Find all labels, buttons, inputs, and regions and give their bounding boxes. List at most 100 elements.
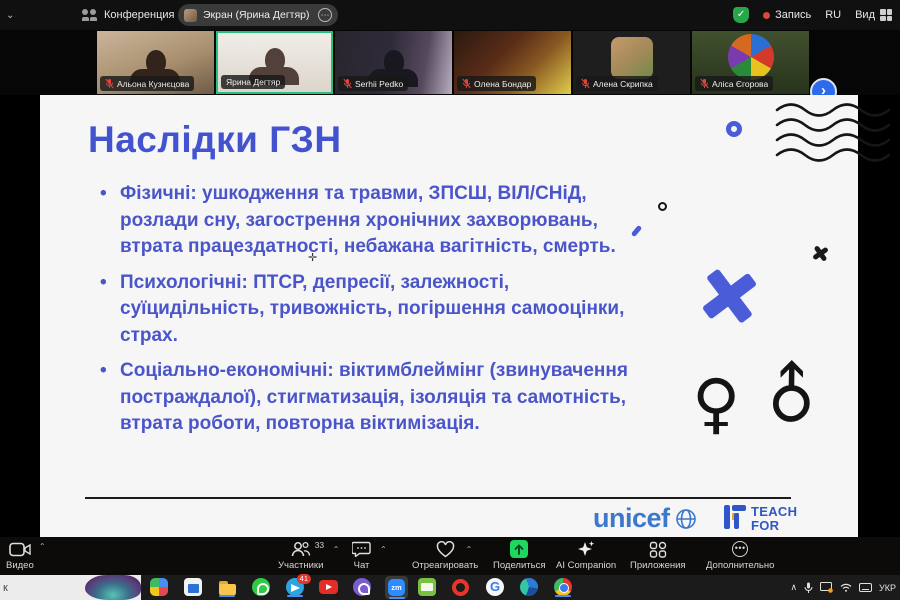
more-ellipsis-icon: ••• — [732, 541, 748, 557]
widgets-icon[interactable] — [150, 578, 169, 597]
participants-label: Участники — [278, 560, 323, 571]
female-symbol-icon: ♀ — [692, 365, 740, 442]
chrome-icon[interactable] — [554, 578, 573, 597]
mail-app-icon[interactable] — [418, 578, 437, 597]
shared-presentation-slide: Наслідки ГЗН Фізичні: ушкодження та трав… — [40, 95, 858, 537]
more-label: Дополнительно — [706, 560, 774, 571]
view-grid-icon — [880, 9, 892, 21]
participant-nameplate: Алена Скрипка — [576, 76, 658, 91]
participant-tile[interactable]: Алена Скрипка — [573, 31, 690, 94]
apps-label: Приложения — [630, 560, 686, 571]
ai-companion-label: AI Companion — [556, 560, 616, 571]
participant-tile[interactable]: Serhii Pedko — [335, 31, 452, 94]
chat-caret[interactable]: ⌃ — [380, 545, 387, 554]
tray-screen-icon[interactable] — [820, 582, 833, 593]
share-options-icon[interactable]: ⋯ — [318, 8, 332, 22]
unicef-wordmark: unicef — [593, 503, 670, 534]
footer-divider-line — [85, 497, 791, 499]
language-indicator[interactable]: RU — [825, 9, 841, 21]
google-icon[interactable]: G — [486, 578, 505, 597]
apps-icon — [649, 541, 667, 558]
telegram-badge: 41 — [297, 574, 311, 584]
windows-taskbar: к 41 zm G ∧ УКР — [0, 575, 900, 600]
video-options-caret[interactable]: ⌃ — [39, 542, 46, 551]
participant-nameplate: Альона Кузнєцова — [100, 76, 194, 91]
share-screen-icon — [510, 540, 528, 558]
tray-expand-icon[interactable]: ∧ — [790, 582, 797, 593]
participant-tile[interactable]: Аліса Єгорова — [692, 31, 809, 94]
participants-button[interactable]: 33 ⌃ Участники — [278, 540, 323, 571]
tray-language-indicator[interactable]: УКР — [879, 583, 896, 593]
more-button[interactable]: ••• Дополнительно — [706, 540, 774, 571]
tray-wifi-icon[interactable] — [840, 583, 852, 592]
react-button[interactable]: ⌃ Отреагировать — [412, 540, 478, 571]
screen-share-pill[interactable]: Экран (Ярина Дегтяр) ⋯ — [178, 4, 338, 26]
meeting-people-icon — [82, 9, 98, 21]
whatsapp-icon[interactable] — [252, 578, 271, 597]
system-tray: ∧ УКР — [790, 575, 896, 600]
viber-icon[interactable] — [353, 578, 372, 597]
telegram-icon[interactable]: 41 — [286, 578, 305, 597]
share-thumbnail — [184, 9, 197, 22]
search-highlight-image[interactable] — [85, 575, 141, 600]
participant-name: Ярина Дегтяр — [226, 77, 280, 87]
unicef-globe-icon — [674, 507, 698, 531]
chat-button[interactable]: ⌃ Чат — [352, 540, 371, 571]
avatar — [611, 37, 653, 79]
react-label: Отреагировать — [412, 560, 478, 571]
muted-mic-icon — [462, 78, 471, 89]
tray-mic-icon[interactable] — [804, 582, 813, 594]
share-pill-label: Экран (Ярина Дегтяр) — [203, 9, 310, 21]
record-dot-icon — [763, 12, 770, 19]
muted-mic-icon — [343, 78, 352, 89]
zoom-app-icon[interactable]: zm — [385, 576, 408, 599]
share-label: Поделиться — [493, 560, 545, 571]
microsoft-store-icon[interactable] — [184, 578, 203, 597]
wavy-lines-decoration — [775, 103, 893, 163]
opera-icon[interactable] — [452, 578, 471, 597]
tray-keyboard-icon[interactable] — [859, 583, 872, 592]
record-label: Запись — [775, 9, 811, 21]
file-explorer-icon[interactable] — [218, 578, 237, 597]
meeting-label: Конференция — [104, 9, 174, 21]
meeting-tab[interactable]: Конференция — [82, 9, 174, 21]
muted-mic-icon — [581, 78, 590, 89]
participant-name: Serhii Pedko — [355, 79, 403, 89]
unicef-logo: unicef — [593, 503, 698, 534]
security-shield-icon[interactable]: ✓ — [733, 7, 749, 23]
edge-icon[interactable] — [520, 578, 539, 597]
collapse-chevron-icon[interactable]: ⌄ — [6, 10, 20, 21]
teach-for-line2: FOR — [751, 519, 797, 533]
bullet-psychological: Психологічні: ПТСР, депресії, залежності… — [98, 270, 658, 350]
participant-tile-active-speaker[interactable]: Ярина Дегтяр — [216, 31, 333, 94]
participant-name: Альона Кузнєцова — [117, 79, 189, 89]
view-label: Вид — [855, 9, 875, 21]
zoom-title-bar: ⌄ Конференция Экран (Ярина Дегтяр) ⋯ ✓ З… — [0, 0, 900, 30]
participants-caret[interactable]: ⌃ — [333, 545, 340, 554]
react-caret[interactable]: ⌃ — [466, 545, 473, 554]
male-symbol-icon: ♂ — [743, 347, 839, 443]
recording-indicator[interactable]: Запись — [763, 9, 811, 21]
zoom-toolbar: ⌃ Видео 33 ⌃ Участники ⌃ Чат — [0, 537, 900, 575]
taskbar-search-box[interactable]: к — [0, 575, 141, 600]
video-button[interactable]: ⌃ Видео — [6, 540, 34, 571]
slide-title: Наслідки ГЗН — [88, 119, 342, 161]
video-label: Видео — [6, 560, 34, 571]
muted-mic-icon — [105, 78, 114, 89]
participant-name: Олена Бондар — [474, 79, 531, 89]
share-screen-button[interactable]: Поделиться — [493, 540, 545, 571]
participants-icon — [291, 541, 311, 557]
participant-tile[interactable]: Альона Кузнєцова — [97, 31, 214, 94]
youtube-icon[interactable] — [319, 578, 338, 597]
blue-cross-decoration — [696, 263, 762, 329]
view-button[interactable]: Вид — [855, 9, 892, 21]
bullet-physical: Фізичні: ушкодження та травми, ЗПСШ, ВІЛ… — [98, 181, 658, 261]
participant-nameplate: Аліса Єгорова — [695, 76, 773, 91]
participant-name: Аліса Єгорова — [712, 79, 768, 89]
ai-companion-button[interactable]: AI Companion — [556, 540, 616, 571]
participant-name: Алена Скрипка — [593, 79, 653, 89]
participant-tile[interactable]: Олена Бондар — [454, 31, 571, 94]
participant-nameplate: Олена Бондар — [457, 76, 536, 91]
apps-button[interactable]: Приложения — [630, 540, 686, 571]
heart-icon — [436, 541, 455, 558]
